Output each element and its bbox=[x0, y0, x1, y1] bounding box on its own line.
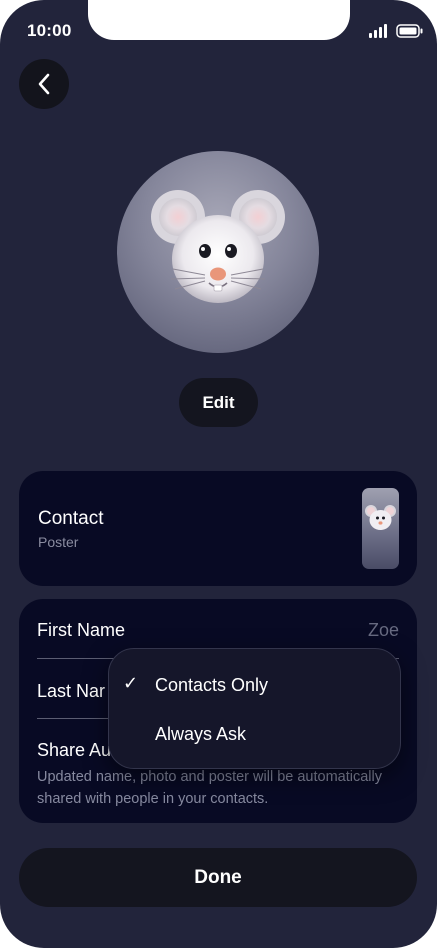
first-name-field[interactable]: Zoe bbox=[368, 620, 399, 641]
checkmark-icon: ✓ bbox=[123, 673, 139, 693]
contact-poster-card[interactable]: Contact Poster bbox=[19, 471, 417, 586]
status-icons bbox=[369, 24, 423, 38]
first-name-label: First Name bbox=[37, 620, 126, 640]
poster-card-title: Contact bbox=[38, 508, 104, 529]
signal-bar-2 bbox=[374, 30, 377, 38]
mouse-memoji-thumbnail-icon bbox=[365, 505, 396, 530]
avatar[interactable] bbox=[117, 151, 319, 353]
chevron-left-icon bbox=[38, 73, 50, 95]
battery-cap bbox=[420, 28, 423, 34]
last-name-label[interactable]: Last Nar bbox=[37, 681, 105, 702]
signal-bar-4 bbox=[384, 24, 387, 38]
back-button[interactable] bbox=[19, 59, 69, 109]
mouse-memoji-avatar bbox=[151, 190, 285, 303]
poster-thumbnail[interactable] bbox=[362, 488, 399, 569]
share-description: Updated name, photo and poster will be a… bbox=[37, 769, 382, 807]
edit-button[interactable]: Edit bbox=[179, 378, 258, 427]
battery-level bbox=[399, 27, 417, 35]
share-automatically-label[interactable]: Share Au bbox=[37, 740, 111, 761]
signal-bar-3 bbox=[379, 27, 382, 38]
signal-bar-1 bbox=[369, 33, 372, 38]
share-options-menu: ✓ Contacts Only Always Ask bbox=[108, 648, 401, 769]
menu-item-contacts-only[interactable]: Contacts Only bbox=[155, 675, 268, 696]
done-button[interactable]: Done bbox=[19, 848, 417, 907]
poster-card-subtitle: Poster bbox=[38, 534, 79, 550]
notch bbox=[88, 0, 350, 40]
phone-screen: 10:00 Edit Contact Poster First Name Zoe… bbox=[0, 0, 437, 948]
status-time: 10:00 bbox=[27, 21, 72, 40]
menu-item-always-ask[interactable]: Always Ask bbox=[155, 724, 246, 745]
